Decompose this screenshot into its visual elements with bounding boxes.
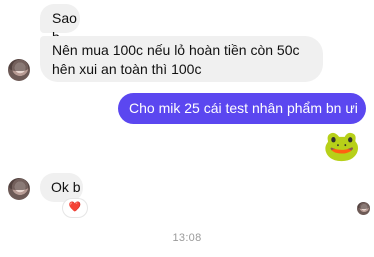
frog-icon: 🐸	[323, 130, 361, 163]
contact-avatar[interactable]	[8, 178, 30, 200]
timestamp-text: 13:08	[172, 232, 202, 244]
incoming-message-bubble[interactable]: Sao b	[40, 4, 80, 45]
message-text: Ok b	[51, 179, 81, 195]
message-text: Cho mik 25 cái test nhân phẩm bn ưi	[129, 100, 358, 116]
heart-reaction[interactable]: ❤️	[63, 199, 87, 217]
incoming-message-bubble[interactable]: Ok b	[40, 173, 83, 202]
incoming-message-bubble[interactable]: Nên mua 100c nếu lỏ hoàn tiền còn 50c hê…	[40, 36, 323, 82]
frog-sticker[interactable]: 🐸	[323, 130, 361, 164]
message-text: Nên mua 100c nếu lỏ hoàn tiền còn 50c hê…	[52, 42, 300, 77]
heart-icon: ❤️	[68, 202, 82, 213]
contact-avatar[interactable]	[8, 59, 30, 81]
outgoing-message-bubble[interactable]: Cho mik 25 cái test nhân phẩm bn ưi	[118, 93, 366, 124]
message-timestamp: 13:08	[0, 232, 374, 244]
seen-avatar	[357, 202, 370, 215]
